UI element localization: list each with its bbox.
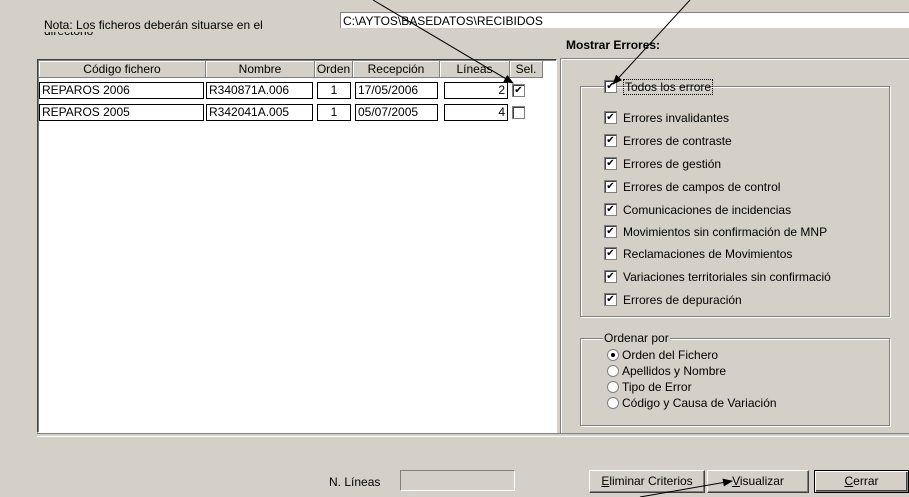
- cell-orden[interactable]: 1: [317, 82, 351, 99]
- order-option-label[interactable]: Tipo de Error: [622, 379, 692, 395]
- error-option-checkbox[interactable]: [604, 180, 617, 193]
- error-option-label[interactable]: Movimientos sin confirmación de MNP: [623, 224, 827, 240]
- cerrar-mnemonic: C: [844, 474, 854, 488]
- cerrar-button[interactable]: Cerrar: [814, 470, 909, 493]
- cell-codigo[interactable]: REPAROS 2005: [39, 104, 204, 121]
- error-option-label[interactable]: Errores de contraste: [623, 133, 732, 149]
- error-option-checkbox[interactable]: [604, 270, 617, 283]
- file-table[interactable]: Código fichero Nombre Orden Recepción Lí…: [37, 59, 557, 433]
- dialog-window: Nota: Los ficheros deberán situarse en e…: [0, 0, 909, 497]
- order-option-label[interactable]: Apellidos y Nombre: [622, 363, 726, 379]
- nota-label-continuation: directorio: [44, 32, 264, 38]
- error-option-checkbox[interactable]: [604, 111, 617, 124]
- order-option-label[interactable]: Orden del Fichero: [622, 347, 718, 363]
- error-option-label[interactable]: Reclamaciones de Movimientos: [623, 246, 792, 262]
- eliminar-criterios-button[interactable]: Eliminar Criterios: [589, 470, 705, 493]
- visualizar-button[interactable]: Visualizar: [707, 470, 809, 493]
- errors-title: Mostrar Errores:: [566, 38, 661, 52]
- error-option-checkbox[interactable]: [604, 247, 617, 260]
- n-lineas-field: [400, 470, 515, 491]
- error-option-checkbox[interactable]: [604, 203, 617, 216]
- column-header-orden[interactable]: Orden: [315, 61, 353, 78]
- eliminar-label: liminar Criterios: [609, 474, 693, 488]
- column-header-codigo[interactable]: Código fichero: [39, 61, 206, 78]
- error-option-label[interactable]: Errores de depuración: [623, 292, 742, 308]
- column-header-recepcion[interactable]: Recepción: [353, 61, 440, 78]
- error-option-label[interactable]: Comunicaciones de incidencias: [623, 202, 791, 218]
- order-radio[interactable]: [607, 365, 619, 377]
- cell-recepcion[interactable]: 17/05/2006: [355, 82, 438, 99]
- nota-clipped-text: directorio: [44, 32, 93, 38]
- error-option-label[interactable]: Variaciones territoriales sin confirmaci…: [623, 269, 831, 285]
- error-option-label[interactable]: Errores invalidantes: [623, 110, 729, 126]
- error-option-checkbox[interactable]: [604, 225, 617, 238]
- bottom-separator: [37, 433, 909, 437]
- all-errors-option[interactable]: Todos los errore: [604, 79, 714, 95]
- row-select-checkbox[interactable]: [512, 84, 525, 97]
- nota-label: Nota: Los ficheros deberán situarse en e…: [44, 18, 263, 32]
- directory-path-field[interactable]: C:\AYTOS\BASEDATOS\RECIBIDOS: [340, 12, 909, 28]
- order-option-label[interactable]: Código y Causa de Variación: [622, 395, 777, 411]
- cell-nombre[interactable]: R342041A.005: [206, 104, 313, 121]
- visualizar-label: isualizar: [739, 474, 784, 488]
- n-lineas-label: N. Líneas: [329, 475, 381, 489]
- visualizar-mnemonic: V: [732, 474, 740, 488]
- cell-orden[interactable]: 1: [317, 104, 351, 121]
- errors-panel: Todos los errore Errores invalidantes Er…: [560, 58, 909, 433]
- cell-recepcion[interactable]: 05/07/2005: [355, 104, 438, 121]
- error-option-checkbox[interactable]: [604, 293, 617, 306]
- cell-lineas[interactable]: 4: [444, 104, 508, 121]
- error-option[interactable]: Variaciones territoriales sin confirmaci…: [604, 269, 884, 285]
- cell-nombre[interactable]: R340871A.006: [206, 82, 313, 99]
- column-header-nombre[interactable]: Nombre: [206, 61, 315, 78]
- order-legend: Ordenar por: [603, 331, 670, 345]
- all-errors-label[interactable]: Todos los errore: [623, 79, 714, 95]
- order-radio[interactable]: [607, 349, 619, 361]
- error-option-checkbox[interactable]: [604, 157, 617, 170]
- error-option-label[interactable]: Errores de campos de control: [623, 179, 780, 195]
- row-select-checkbox[interactable]: [512, 106, 525, 119]
- column-header-sel[interactable]: Sel.: [510, 61, 543, 78]
- order-radio[interactable]: [607, 381, 619, 393]
- cell-codigo[interactable]: REPAROS 2006: [39, 82, 204, 99]
- cerrar-label: errar: [853, 474, 879, 488]
- column-header-lineas[interactable]: Líneas: [440, 61, 510, 78]
- order-radio[interactable]: [607, 397, 619, 409]
- all-errors-checkbox[interactable]: [604, 80, 617, 93]
- error-option-label[interactable]: Errores de gestión: [623, 156, 721, 172]
- cell-lineas[interactable]: 2: [444, 82, 508, 99]
- error-option-checkbox[interactable]: [604, 134, 617, 147]
